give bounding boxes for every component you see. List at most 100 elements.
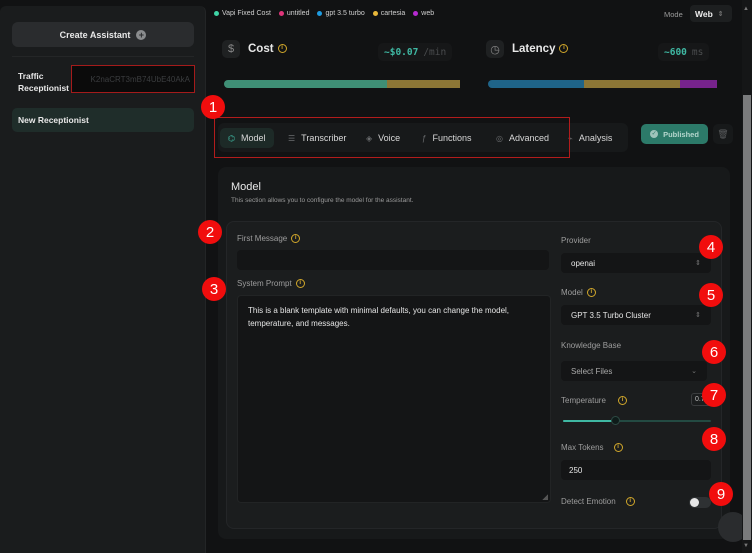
legend-dot bbox=[214, 10, 219, 16]
info-icon[interactable]: i bbox=[559, 44, 569, 54]
annotation-badge: 3 bbox=[202, 277, 226, 301]
info-icon[interactable]: i bbox=[613, 443, 623, 452]
legend-label: cartesia bbox=[380, 9, 406, 17]
scroll-thumb[interactable] bbox=[743, 95, 751, 540]
mode-label: Mode bbox=[664, 10, 683, 19]
annotation-badge: 5 bbox=[699, 283, 723, 307]
check-icon: ✓ bbox=[650, 130, 659, 138]
system-prompt-textarea[interactable]: This is a blank template with minimal de… bbox=[237, 295, 551, 503]
legend-dot bbox=[317, 10, 323, 16]
assistant-name: New Receptionist bbox=[18, 115, 89, 125]
legend-label: gpt 3.5 turbo bbox=[325, 9, 365, 17]
info-icon[interactable]: i bbox=[625, 497, 635, 506]
assistant-id-field[interactable]: K2naCRT3mB74UbE40AkA bbox=[71, 65, 195, 93]
legend-label: Vapi Fixed Cost bbox=[222, 9, 271, 17]
mode-value: Web bbox=[695, 8, 713, 19]
bar-segment-vapi-fixed-cost bbox=[224, 80, 387, 88]
knowledge-base-label: Knowledge Base bbox=[561, 341, 621, 350]
page-scrollbar[interactable]: ▲ ▼ bbox=[742, 0, 752, 553]
scroll-up-icon[interactable]: ▲ bbox=[743, 6, 749, 12]
legend-dot bbox=[413, 10, 419, 16]
section-description: This section allows you to configure the… bbox=[231, 197, 414, 204]
annotation-badge: 4 bbox=[699, 235, 723, 259]
first-message-input[interactable] bbox=[237, 250, 549, 270]
cost-value: ~$0.07 /min bbox=[378, 43, 453, 61]
label-text: Provider bbox=[561, 236, 591, 245]
annotation-badge: 7 bbox=[702, 383, 726, 407]
bar-segment-cartesia bbox=[386, 80, 460, 88]
legend-dot bbox=[372, 10, 378, 16]
model-panel: Model This section allows you to configu… bbox=[218, 167, 730, 539]
model-label: Model i bbox=[561, 288, 596, 297]
timer-icon: ◷ bbox=[486, 40, 504, 58]
annotation-badge: 6 bbox=[702, 340, 726, 364]
latency-metric-card: ◷ Latency i ~600 ms bbox=[486, 35, 722, 95]
bar-segment-web bbox=[680, 80, 717, 88]
published-button[interactable]: ✓ Published bbox=[641, 124, 708, 144]
detect-emotion-toggle[interactable] bbox=[689, 497, 711, 508]
trash-icon: 🗑 bbox=[717, 128, 729, 139]
tab-label: Analysis bbox=[578, 133, 613, 143]
updown-chevron-icon: ⇕ bbox=[717, 10, 724, 18]
annotation-badge: 2 bbox=[198, 220, 222, 244]
latency-title-text: Latency bbox=[512, 43, 556, 55]
model-select[interactable]: GPT 3.5 Turbo Cluster ⇕ bbox=[561, 305, 711, 325]
info-icon[interactable]: i bbox=[291, 234, 301, 243]
max-tokens-input[interactable]: 250 bbox=[561, 460, 711, 480]
label-text: First Message bbox=[237, 234, 288, 243]
app-root: Create Assistant + Traffic Receptionist … bbox=[0, 0, 752, 553]
detect-emotion-label: Detect Emotion i bbox=[561, 497, 635, 506]
label-text: Temperature bbox=[561, 396, 606, 405]
bar-segment-cartesia bbox=[584, 80, 681, 88]
provider-select[interactable]: openai ⇕ bbox=[561, 253, 711, 273]
knowledge-base-select[interactable]: Select Files ⌄ bbox=[561, 361, 707, 381]
create-assistant-button[interactable]: Create Assistant + bbox=[12, 22, 194, 47]
annotation-badge: 8 bbox=[702, 427, 726, 451]
max-tokens-label: Max Tokens i bbox=[561, 443, 623, 452]
model-config-card: First Message i System Prompt i This is a … bbox=[226, 221, 722, 529]
latency-title: Latency i bbox=[512, 43, 569, 55]
legend-item: Vapi Fixed Cost bbox=[214, 10, 271, 17]
temperature-slider[interactable] bbox=[563, 416, 711, 425]
slider-fill bbox=[563, 420, 615, 422]
label-text: Max Tokens bbox=[561, 443, 604, 452]
legend-item: cartesia bbox=[372, 9, 406, 17]
provider-value: openai bbox=[571, 258, 596, 268]
info-icon[interactable]: i bbox=[295, 279, 305, 288]
cost-legend: Vapi Fixed Cost untitled gpt 3.5 turbo c… bbox=[214, 6, 434, 20]
updown-chevron-icon: ⇕ bbox=[695, 312, 701, 319]
info-icon[interactable]: i bbox=[277, 44, 287, 54]
legend-dot bbox=[278, 10, 284, 16]
published-label: Published bbox=[663, 129, 699, 139]
cost-breakdown-bar bbox=[224, 80, 460, 88]
dollar-icon: $ bbox=[222, 40, 240, 58]
mode-select[interactable]: Web ⇕ bbox=[690, 5, 732, 22]
latency-value-number: ~600 bbox=[664, 46, 687, 58]
cost-value-number: ~$0.07 bbox=[384, 46, 419, 58]
temperature-label: Temperature i bbox=[561, 396, 627, 405]
cost-metric-card: $ Cost i ~$0.07 /min bbox=[222, 35, 462, 95]
legend-item: gpt 3.5 turbo bbox=[317, 9, 365, 17]
assistant-item-new-receptionist[interactable]: New Receptionist bbox=[12, 108, 194, 132]
latency-value: ~600 ms bbox=[658, 43, 710, 61]
system-prompt-text: This is a blank template with minimal de… bbox=[248, 306, 510, 328]
assistant-item-traffic-receptionist[interactable]: Traffic Receptionist K2naCRT3mB74UbE40Ak… bbox=[12, 64, 195, 100]
provider-label: Provider bbox=[561, 236, 591, 245]
updown-chevron-icon: ⇕ bbox=[695, 260, 701, 267]
scroll-down-icon[interactable]: ▼ bbox=[743, 543, 749, 549]
assistant-name: Traffic Receptionist bbox=[18, 71, 70, 93]
label-text: Detect Emotion bbox=[561, 497, 616, 506]
create-assistant-label: Create Assistant bbox=[59, 29, 131, 40]
knowledge-base-placeholder: Select Files bbox=[571, 366, 613, 376]
chevron-down-icon: ⌄ bbox=[691, 368, 697, 375]
resize-handle-icon[interactable] bbox=[542, 494, 548, 500]
annotation-badge: 1 bbox=[201, 95, 225, 119]
info-icon[interactable]: i bbox=[586, 288, 596, 297]
legend-item: web bbox=[413, 10, 434, 17]
cost-title: Cost i bbox=[248, 43, 287, 55]
delete-button[interactable]: 🗑 bbox=[713, 124, 733, 144]
slider-thumb[interactable] bbox=[610, 416, 620, 425]
info-icon[interactable]: i bbox=[617, 396, 627, 405]
annotation-highlight-box bbox=[214, 117, 570, 158]
sidebar: Create Assistant + Traffic Receptionist … bbox=[0, 6, 206, 553]
